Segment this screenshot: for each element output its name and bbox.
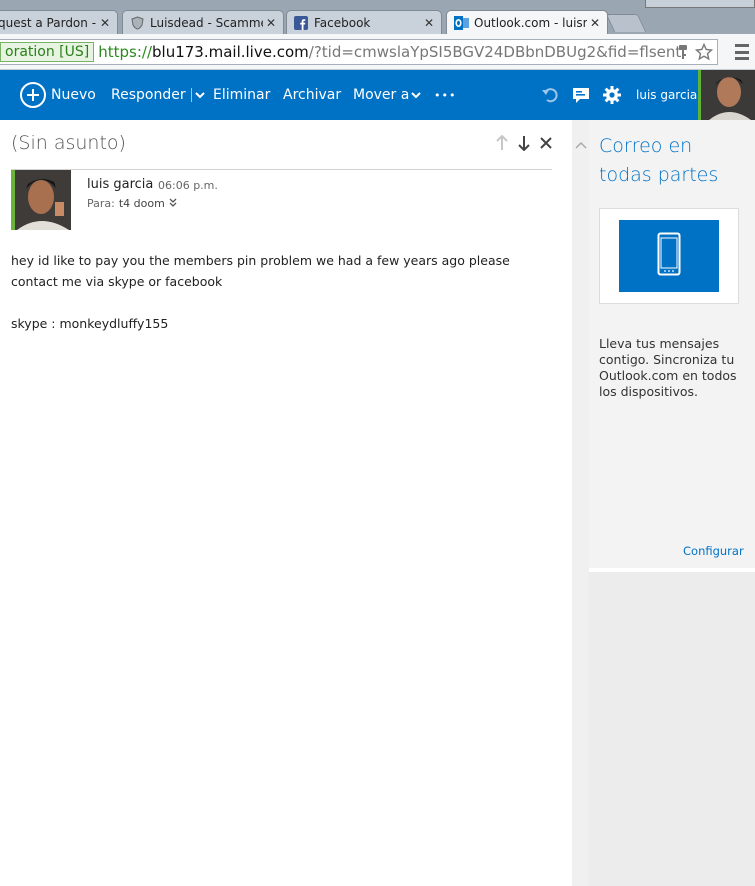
promo-title: Correo en todas partes <box>599 135 719 186</box>
url-scheme: https:// <box>98 43 153 61</box>
key-icon[interactable] <box>677 44 689 64</box>
sent-time: 06:06 p.m. <box>158 179 218 192</box>
message-body: hey id like to pay you the members pin p… <box>11 250 556 355</box>
delete-label: Eliminar <box>213 87 271 103</box>
archive-label: Archivar <box>283 87 342 103</box>
shield-icon <box>129 15 145 31</box>
address-bar: oration [US] https:// blu173.mail.live.c… <box>0 34 755 70</box>
body-paragraph: skype : monkeydluffy155 <box>11 316 169 331</box>
phone-icon <box>657 232 681 280</box>
tab-label: Outlook.com - luism <box>474 16 587 30</box>
bookmark-star-icon[interactable] <box>694 42 714 64</box>
recipient-name[interactable]: t4 doom <box>119 197 165 210</box>
tab-luisdead[interactable]: Luisdead - Scamme ✕ <box>122 10 284 34</box>
tab-outlook[interactable]: Outlook.com - luism ✕ <box>446 10 608 34</box>
tab-facebook[interactable]: Facebook ✕ <box>286 10 442 34</box>
close-icon[interactable]: ✕ <box>421 16 437 30</box>
browser-tabstrip: quest a Pardon - S ✕ Luisdead - Scamme ✕… <box>0 0 755 34</box>
outlook-icon <box>453 15 469 31</box>
move-to-label: Mover a <box>353 87 410 103</box>
message-nav-actions <box>494 134 554 152</box>
recipients-line: Para: t4 doom <box>87 197 177 210</box>
message-subject: (Sin asunto) <box>11 132 126 154</box>
header-divider <box>11 169 552 170</box>
facebook-icon <box>293 15 309 31</box>
reply-label: Responder <box>111 87 186 103</box>
new-label: Nuevo <box>51 87 96 103</box>
promo-panel: Correo en todas partes Lleva tus mensaje… <box>589 120 755 568</box>
new-tab-button[interactable] <box>605 14 647 32</box>
account-name[interactable]: luis garcia <box>636 70 697 120</box>
url-path: /?tid=cmwslaYpSI5BGV24DBbnDBUg2&fid=flse… <box>308 43 682 61</box>
url-omnibox[interactable]: oration [US] https:// blu173.mail.live.c… <box>0 39 718 65</box>
tab-label: quest a Pardon - S <box>0 15 97 30</box>
more-icon: ••• <box>434 88 457 102</box>
gear-icon[interactable] <box>601 84 623 106</box>
outlook-command-bar: Nuevo Responder Eliminar Archivar Mover … <box>0 70 755 120</box>
arrow-up-icon[interactable] <box>494 134 510 152</box>
ev-certificate-badge[interactable]: oration [US] <box>0 42 95 62</box>
promo-description: Lleva tus mensajes contigo. Sincroniza t… <box>599 336 737 399</box>
reply-button[interactable]: Responder <box>111 70 205 120</box>
move-to-button[interactable]: Mover a <box>353 70 422 120</box>
feedback-icon[interactable] <box>570 84 592 106</box>
to-label: Para: <box>87 197 115 210</box>
plus-icon <box>20 82 46 108</box>
close-icon[interactable]: ✕ <box>587 16 603 30</box>
url-host: blu173.mail.live.com <box>152 43 309 61</box>
promo-card[interactable] <box>599 208 739 304</box>
close-icon[interactable] <box>538 134 554 152</box>
browser-menu-icon[interactable] <box>735 44 749 60</box>
close-icon[interactable]: ✕ <box>263 16 279 30</box>
scroll-up-icon[interactable] <box>575 134 587 153</box>
more-actions-button[interactable]: ••• <box>434 70 456 120</box>
promo-tile <box>619 220 719 292</box>
chevron-down-icon <box>411 87 422 103</box>
reply-divider <box>190 88 192 102</box>
undo-icon[interactable] <box>539 84 561 106</box>
window-controls[interactable] <box>645 0 755 8</box>
configure-link[interactable]: Configurar <box>683 544 744 558</box>
tab-label: Facebook <box>314 15 371 30</box>
close-icon[interactable]: ✕ <box>97 16 113 30</box>
tab-pardon[interactable]: quest a Pardon - S ✕ <box>0 10 118 34</box>
delete-button[interactable]: Eliminar <box>213 70 270 120</box>
chevron-down-icon[interactable] <box>194 87 205 103</box>
avatar[interactable] <box>698 70 755 120</box>
sender-avatar[interactable] <box>11 170 71 230</box>
new-button[interactable]: Nuevo <box>20 70 96 120</box>
reading-pane-scrollbar[interactable] <box>572 120 589 886</box>
body-paragraph: hey id like to pay you the members pin p… <box>11 253 510 289</box>
arrow-down-icon[interactable] <box>516 134 532 152</box>
expand-recipients-icon[interactable] <box>169 197 177 210</box>
reading-pane: (Sin asunto) luis garcia 06:06 p.m. Para… <box>0 120 572 886</box>
promo-lower-area <box>589 572 755 886</box>
sender-name[interactable]: luis garcia <box>87 177 153 192</box>
archive-button[interactable]: Archivar <box>283 70 341 120</box>
tab-label: Luisdead - Scamme <box>150 15 263 30</box>
